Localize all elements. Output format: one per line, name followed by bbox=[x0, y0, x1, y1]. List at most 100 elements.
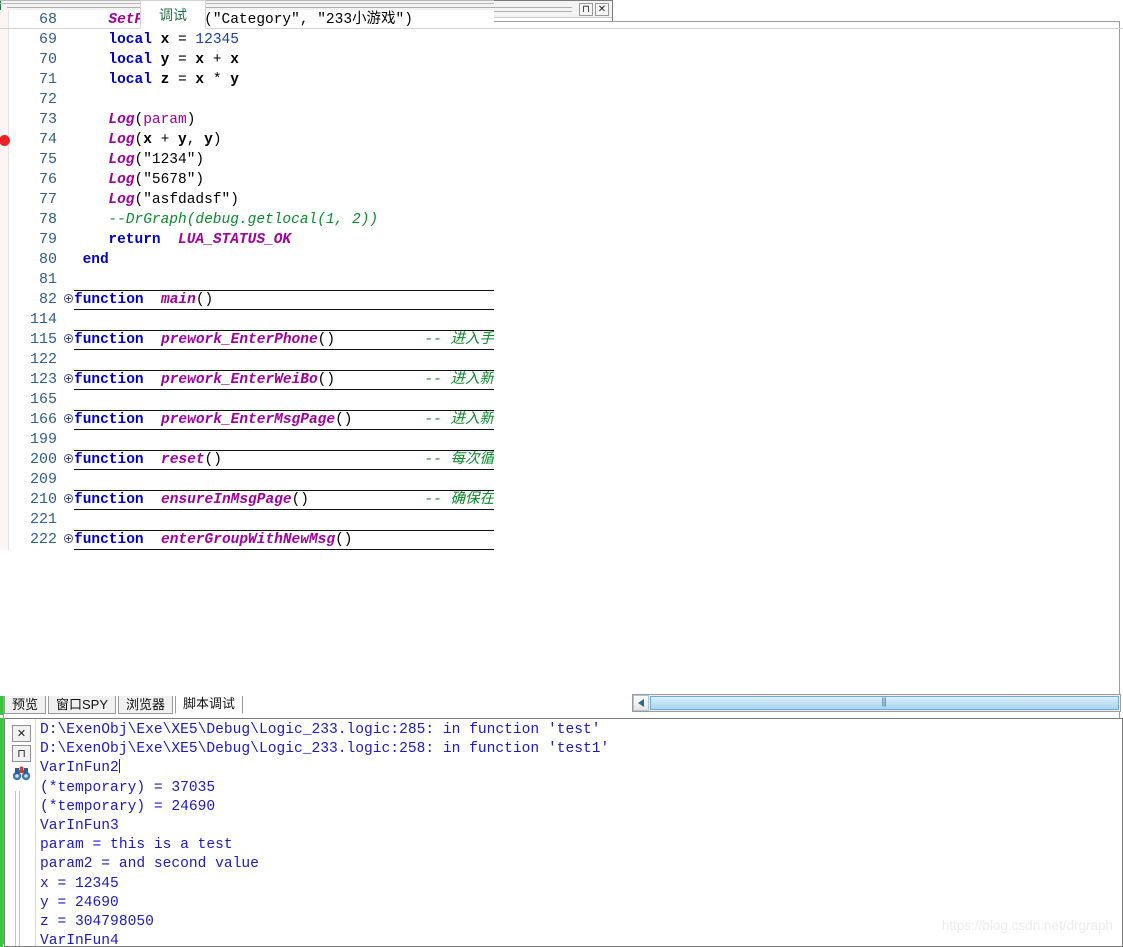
code-line[interactable]: 210 function ensureInMsgPage() -- 确保在 bbox=[0, 490, 494, 510]
breakpoint-gutter[interactable] bbox=[0, 290, 9, 310]
console-close-icon[interactable]: ✕ bbox=[12, 725, 31, 742]
code-line[interactable]: 77 Log("asfdadsf") bbox=[0, 190, 494, 210]
fold-gutter bbox=[63, 190, 74, 210]
fold-expand-icon[interactable] bbox=[63, 370, 74, 390]
fold-expand-icon[interactable] bbox=[63, 530, 74, 550]
line-number: 210 bbox=[29, 491, 57, 508]
binoculars-icon[interactable] bbox=[12, 765, 31, 782]
console-edge-accent bbox=[0, 718, 3, 947]
fold-expand-icon[interactable] bbox=[63, 490, 74, 510]
line-number: 221 bbox=[29, 511, 57, 528]
breakpoint-gutter[interactable] bbox=[0, 390, 9, 410]
code-line[interactable]: 73 Log(param) bbox=[0, 110, 494, 130]
code-line[interactable]: 166 function prework_EnterMsgPage() -- 进入新 bbox=[0, 410, 494, 430]
code-line[interactable]: 76 Log("5678") bbox=[0, 170, 494, 190]
breakpoint-gutter[interactable] bbox=[0, 230, 9, 250]
code-line[interactable]: 74 Log(x + y, y) bbox=[0, 130, 494, 150]
code-text: function ensureInMsgPage() -- 确保在 bbox=[74, 490, 494, 510]
breakpoint-gutter[interactable] bbox=[0, 530, 9, 550]
code-line[interactable]: 68 SetProperty("Category", "233小游戏") bbox=[0, 10, 494, 30]
hscrollbar-thumb-grip: ⫼ bbox=[881, 697, 888, 709]
code-line[interactable]: 123 function prework_EnterWeiBo() -- 进入新 bbox=[0, 370, 494, 390]
code-line[interactable]: 199 bbox=[0, 430, 494, 450]
breakpoint-gutter[interactable] bbox=[0, 130, 10, 150]
scroll-left-arrow-icon[interactable] bbox=[633, 695, 649, 711]
code-line[interactable]: 82 function main() bbox=[0, 290, 494, 310]
console-line: (*temporary) = 37035 bbox=[40, 779, 216, 796]
fold-gutter bbox=[63, 510, 74, 530]
code-line[interactable]: 79 return LUA_STATUS_OK bbox=[0, 230, 494, 250]
fold-expand-icon[interactable] bbox=[63, 290, 74, 310]
breakpoint-gutter[interactable] bbox=[0, 50, 9, 70]
breakpoint-gutter[interactable] bbox=[0, 70, 9, 90]
code-editor-content[interactable]: 68 SetProperty("Category", "233小游戏") 69 loc… bbox=[0, 10, 494, 696]
breakpoint-gutter[interactable] bbox=[0, 330, 9, 350]
code-line[interactable]: 75 Log("1234") bbox=[0, 150, 494, 170]
hscrollbar-thumb[interactable]: ⫼ bbox=[650, 696, 1119, 710]
fold-gutter bbox=[63, 310, 74, 330]
breakpoint-gutter[interactable] bbox=[0, 410, 9, 430]
breakpoint-gutter[interactable] bbox=[0, 250, 9, 270]
fold-gutter bbox=[63, 30, 74, 50]
line-number: 71 bbox=[38, 71, 57, 88]
console-pin-icon[interactable]: ⊓ bbox=[12, 745, 31, 762]
fold-gutter bbox=[63, 50, 74, 70]
breakpoint-gutter[interactable] bbox=[0, 470, 9, 490]
breakpoint-gutter[interactable] bbox=[0, 350, 9, 370]
breakpoint-gutter[interactable] bbox=[0, 490, 9, 510]
breakpoint-gutter[interactable] bbox=[0, 370, 9, 390]
console-line: D:\ExenObj\Exe\XE5\Debug\Logic_233.logic… bbox=[40, 722, 601, 738]
code-text: function prework_EnterWeiBo() -- 进入新 bbox=[74, 370, 494, 390]
code-line[interactable]: 80 end bbox=[0, 250, 494, 270]
console-output-text[interactable]: D:\ExenObj\Exe\XE5\Debug\Logic_233.logic… bbox=[37, 719, 1122, 946]
line-number: 165 bbox=[29, 391, 57, 408]
code-text: Log(x + y, y) bbox=[108, 132, 222, 148]
line-number: 68 bbox=[38, 11, 57, 28]
code-line[interactable]: 70 local y = x + x bbox=[0, 50, 494, 70]
code-line[interactable]: 200 function reset() -- 每次循 bbox=[0, 450, 494, 470]
breakpoint-gutter[interactable] bbox=[0, 430, 9, 450]
code-line[interactable]: 81 bbox=[0, 270, 494, 290]
fold-expand-icon[interactable] bbox=[63, 330, 74, 350]
breakpoint-gutter[interactable] bbox=[0, 30, 9, 50]
code-line[interactable]: 209 bbox=[0, 470, 494, 490]
code-line[interactable]: 69 local x = 12345 bbox=[0, 30, 494, 50]
line-number: 69 bbox=[38, 31, 57, 48]
line-number: 199 bbox=[29, 431, 57, 448]
code-line[interactable]: 114 bbox=[0, 310, 494, 330]
breakpoint-gutter[interactable] bbox=[0, 510, 9, 530]
panel-splitter[interactable] bbox=[620, 131, 627, 715]
console-line: D:\ExenObj\Exe\XE5\Debug\Logic_233.logic… bbox=[40, 741, 610, 758]
breakpoint-gutter[interactable] bbox=[0, 10, 9, 30]
breakpoint-gutter[interactable] bbox=[0, 270, 9, 290]
code-text: function main() bbox=[74, 290, 494, 310]
fold-expand-icon[interactable] bbox=[63, 410, 74, 430]
code-fold-rule bbox=[74, 290, 494, 310]
code-line[interactable]: 71 local z = x * y bbox=[0, 70, 494, 90]
code-line[interactable]: 122 bbox=[0, 350, 494, 370]
fold-expand-icon[interactable] bbox=[63, 450, 74, 470]
code-line[interactable]: 78 --DrGraph(debug.getlocal(1, 2)) bbox=[0, 210, 494, 230]
close-icon[interactable]: ✕ bbox=[595, 3, 609, 16]
breakpoint-gutter[interactable] bbox=[0, 150, 9, 170]
code-editor-hscrollbar[interactable]: ⫼ bbox=[632, 694, 1121, 712]
code-line[interactable]: 115 function prework_EnterPhone() -- 进入手 bbox=[0, 330, 494, 350]
breakpoint-gutter[interactable] bbox=[0, 90, 9, 110]
console-line: param = this is a test bbox=[40, 837, 233, 854]
pin-icon[interactable]: ⊓ bbox=[579, 3, 593, 16]
code-line[interactable]: 222 function enterGroupWithNewMsg() bbox=[0, 530, 494, 550]
breakpoint-gutter[interactable] bbox=[0, 190, 9, 210]
code-line[interactable]: 165 bbox=[0, 390, 494, 410]
code-line[interactable]: 72 bbox=[0, 90, 494, 110]
breakpoint-gutter[interactable] bbox=[0, 110, 9, 130]
breakpoint-gutter[interactable] bbox=[0, 310, 9, 330]
breakpoint-gutter[interactable] bbox=[0, 450, 9, 470]
tab-browser[interactable]: 浏览器 bbox=[118, 694, 174, 714]
tab-preview[interactable]: 预览 bbox=[4, 694, 47, 714]
code-line[interactable]: 221 bbox=[0, 510, 494, 530]
tab-window-spy[interactable]: 窗口SPY bbox=[48, 694, 117, 714]
fold-gutter bbox=[63, 10, 74, 30]
breakpoint-gutter[interactable] bbox=[0, 210, 9, 230]
ribbon-tab-debug[interactable]: 调试 bbox=[140, 0, 206, 29]
breakpoint-gutter[interactable] bbox=[0, 170, 9, 190]
